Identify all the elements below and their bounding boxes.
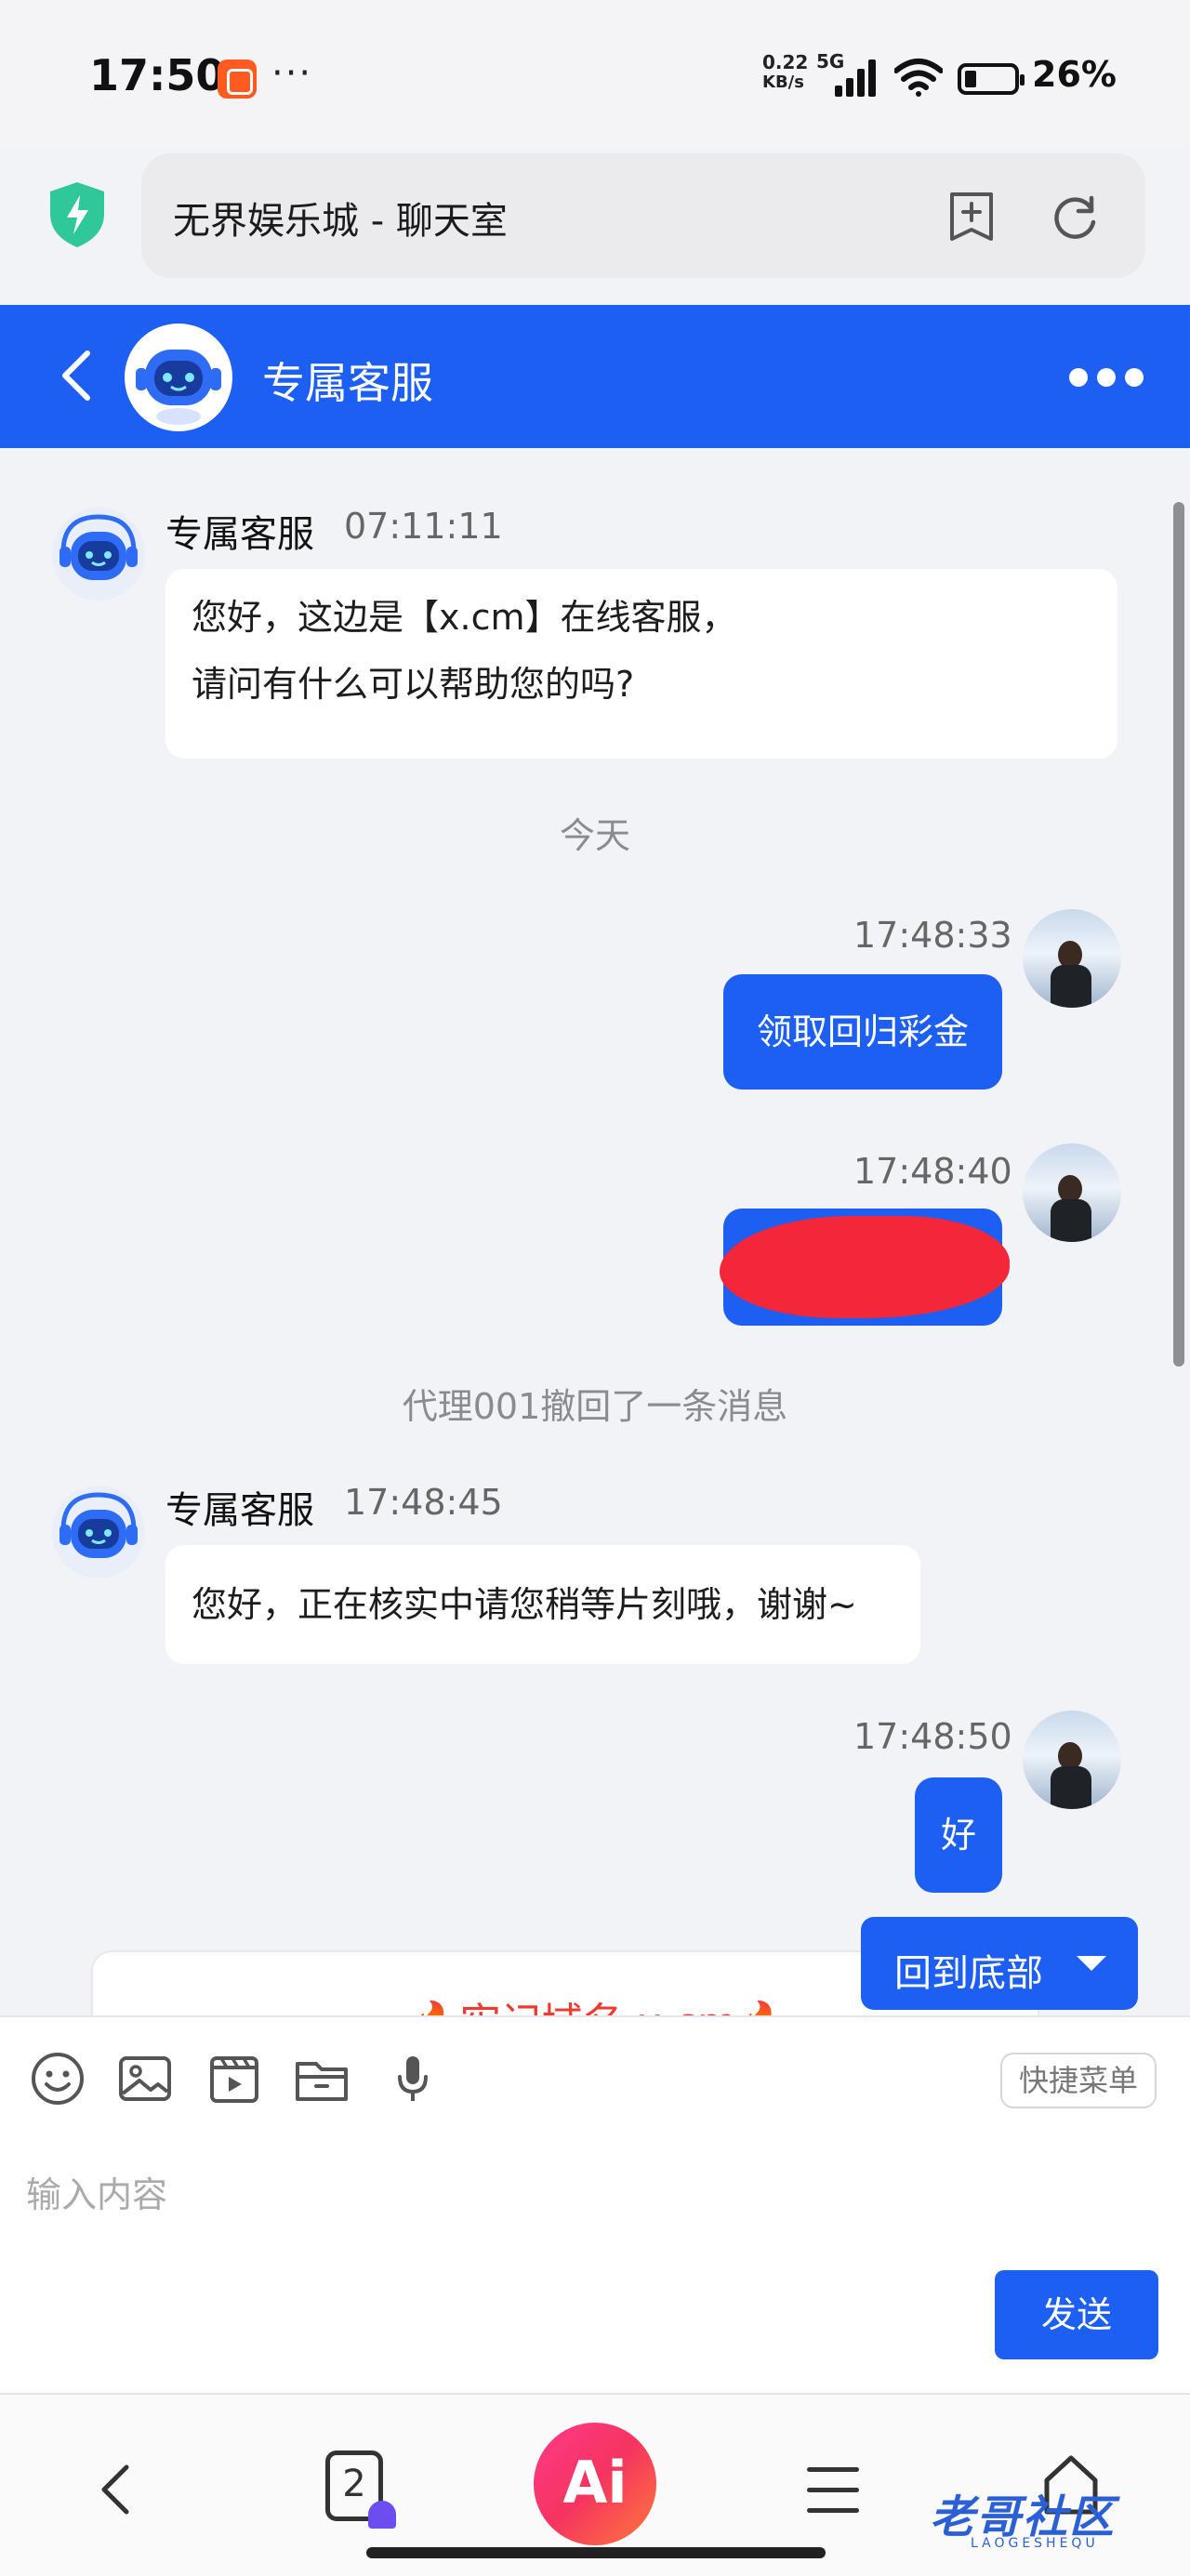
- status-time: 17:50: [89, 50, 226, 100]
- chat-scrollbar[interactable]: [1173, 502, 1184, 1367]
- send-button[interactable]: 发送: [995, 2270, 1158, 2359]
- more-options-button[interactable]: [1069, 361, 1147, 392]
- menu-icon[interactable]: [807, 2465, 859, 2514]
- message-line: 您好，这边是【x.cm】在线客服，: [192, 597, 737, 638]
- message-time: 07:11:11: [344, 506, 503, 547]
- sender-name: 专属客服: [165, 513, 314, 556]
- notification-app-icon: [218, 59, 257, 99]
- chat-title: 专属客服: [262, 358, 433, 408]
- signal-icon: [835, 58, 879, 97]
- message-time: 17:48:50: [853, 1716, 1012, 1757]
- scroll-to-bottom-label: 回到底部: [894, 1952, 1043, 1995]
- ai-assistant-button[interactable]: Ai: [534, 2423, 656, 2545]
- message-bubble-outgoing: 领取回归彩金: [723, 974, 1002, 1090]
- back-icon[interactable]: [54, 348, 100, 403]
- page-title: 无界娱乐城 - 聊天室: [173, 200, 508, 243]
- home-indicator[interactable]: [366, 2547, 826, 2558]
- battery-percent: 26%: [1032, 54, 1117, 95]
- user-avatar: [1023, 1711, 1121, 1809]
- user-avatar: [1023, 909, 1121, 1008]
- message-line: 请问有什么可以帮助您的吗?: [192, 664, 635, 705]
- date-divider: 今天: [559, 815, 630, 856]
- incognito-ghost-icon: [368, 2501, 396, 2529]
- video-icon[interactable]: [206, 2051, 262, 2107]
- agent-avatar: [125, 324, 232, 431]
- recall-notice: 代理001撤回了一条消息: [402, 1386, 788, 1427]
- net-speed-unit: KB/s: [762, 73, 804, 92]
- message-time: 17:48:40: [853, 1151, 1012, 1192]
- redaction-mark: [720, 1216, 1010, 1318]
- wifi-icon: [894, 59, 943, 97]
- scroll-to-bottom-button[interactable]: 回到底部: [861, 1917, 1138, 2010]
- status-bar: 17:50 ··· 0.22 KB/s 5G 26%: [0, 0, 1190, 149]
- folder-icon[interactable]: [294, 2051, 350, 2107]
- message-bubble-outgoing: 好: [915, 1777, 1002, 1893]
- agent-avatar-icon: [52, 1486, 145, 1579]
- domain-notice-text: 🔥牢记域名:x.cm🔥: [409, 1989, 787, 2015]
- add-bookmark-icon[interactable]: [946, 191, 997, 243]
- refresh-icon[interactable]: [1049, 191, 1101, 243]
- sender-name: 专属客服: [165, 1489, 314, 1532]
- status-more: ···: [271, 52, 313, 95]
- image-icon[interactable]: [117, 2051, 173, 2107]
- net-speed: 0.22 KB/s: [762, 52, 808, 93]
- message-bubble-incoming: 您好，这边是【x.cm】在线客服， 请问有什么可以帮助您的吗?: [165, 569, 1117, 759]
- microphone-icon[interactable]: [385, 2051, 441, 2107]
- chat-header: 专属客服: [0, 305, 1190, 448]
- quick-menu-button[interactable]: 快捷菜单: [1000, 2053, 1157, 2108]
- message-input[interactable]: 输入内容: [26, 2166, 167, 2217]
- watermark-subtext: LAOGESHEQU: [971, 2536, 1099, 2551]
- net-speed-value: 0.22: [762, 51, 809, 73]
- message-bubble-incoming: 您好，正在核实中请您稍等片刻哦，谢谢~: [165, 1545, 920, 1664]
- agent-avatar-icon: [52, 508, 145, 601]
- shield-icon[interactable]: [46, 180, 108, 249]
- user-avatar: [1023, 1143, 1121, 1242]
- emoji-icon[interactable]: [30, 2051, 86, 2107]
- robot-icon: [136, 350, 221, 425]
- message-time: 17:48:33: [853, 915, 1012, 956]
- back-icon[interactable]: [97, 2462, 134, 2517]
- caret-down-icon: [1077, 1956, 1106, 1971]
- battery-icon: [958, 63, 1025, 95]
- chat-messages[interactable]: 专属客服 07:11:11 您好，这边是【x.cm】在线客服， 请问有什么可以帮…: [0, 448, 1190, 2015]
- message-time: 17:48:45: [344, 1482, 503, 1523]
- message-composer: 快捷菜单 输入内容 发送: [0, 2015, 1190, 2393]
- address-bar[interactable]: 无界娱乐城 - 聊天室: [141, 153, 1145, 278]
